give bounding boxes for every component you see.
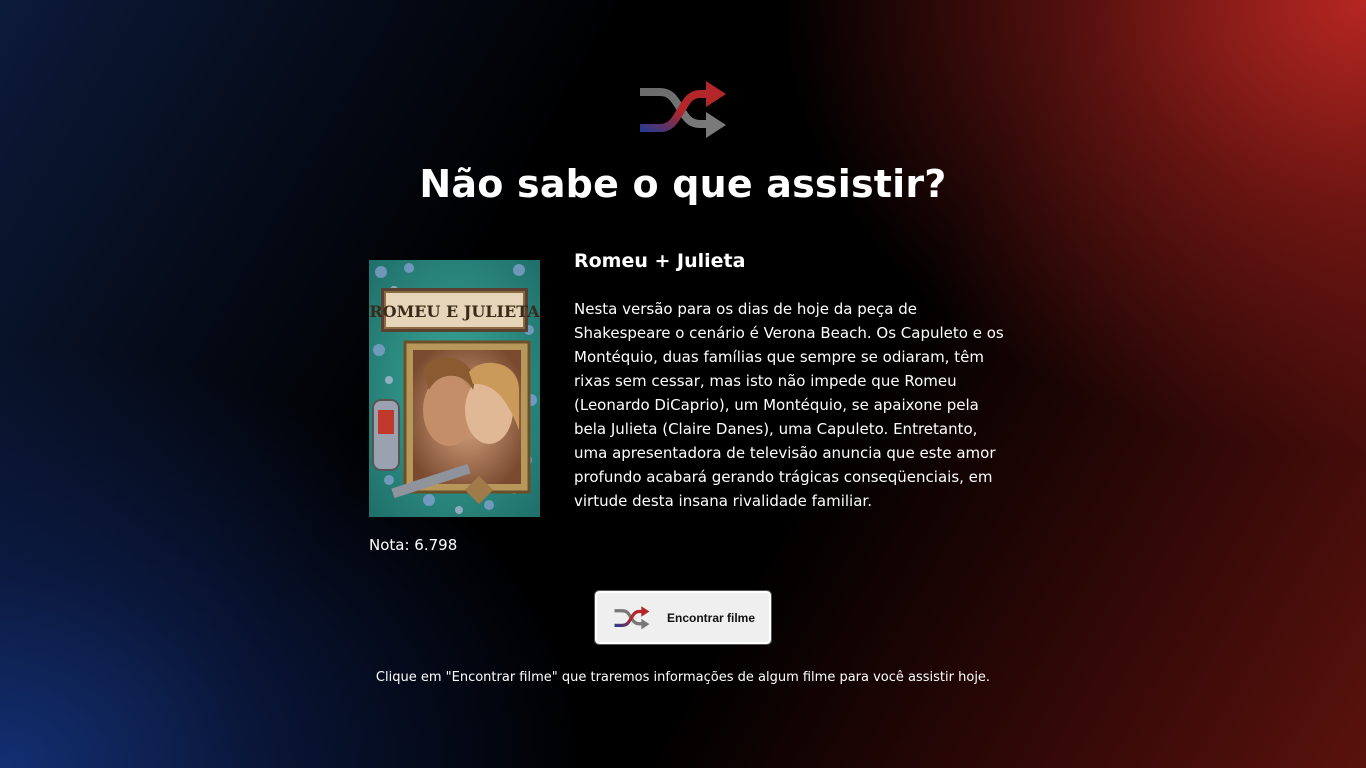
find-movie-button-label: Encontrar filme (667, 610, 756, 625)
movie-poster: ROMEU E JULIETA (369, 260, 540, 517)
movie-overview: Nesta versão para os dias de hoje da peç… (574, 300, 1004, 510)
poster-title-text: ROMEU E JULIETA (369, 302, 540, 321)
find-movie-button[interactable]: Encontrar filme (594, 590, 772, 645)
page-title: Não sabe o que assistir? (419, 162, 947, 206)
page: Não sabe o que assistir? ROMEU E JULIETA… (0, 0, 1366, 768)
footer-hint: Clique em "Encontrar filme" que traremos… (375, 670, 991, 685)
movie-rating: Nota: 6.798 (369, 536, 458, 554)
shuffle-icon (614, 605, 650, 629)
shuffle-icon (640, 81, 726, 138)
movie-title: Romeu + Julieta (574, 250, 746, 272)
